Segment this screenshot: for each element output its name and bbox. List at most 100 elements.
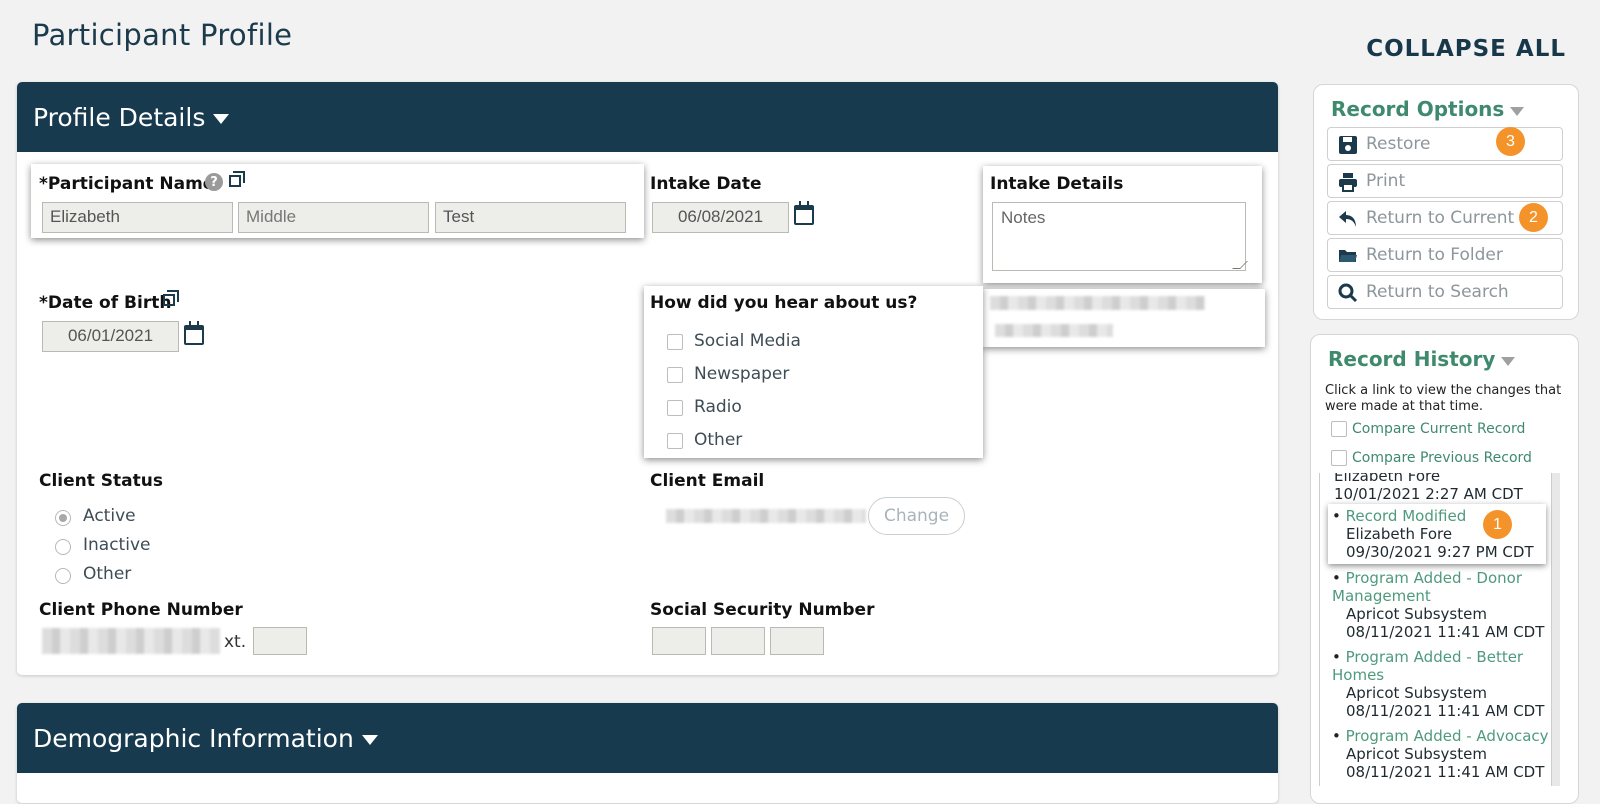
collapse-all-button[interactable]: COLLAPSE ALL xyxy=(1366,36,1566,62)
history-link[interactable]: Program Added - Better Homes xyxy=(1332,648,1523,684)
return-to-folder-label: Return to Folder xyxy=(1366,245,1503,265)
participant-name-label: *Participant Name xyxy=(39,174,215,194)
other-checkbox[interactable] xyxy=(667,433,683,449)
chevron-down-icon[interactable] xyxy=(1501,357,1516,366)
history-user: Elizabeth Fore xyxy=(1334,473,1441,485)
history-item: Elizabeth Fore 10/01/2021 2:27 AM CDT xyxy=(1320,473,1545,503)
badge-2: 2 xyxy=(1519,203,1548,232)
history-time: 08/11/2021 11:41 AM CDT xyxy=(1346,623,1545,641)
page-title: Participant Profile xyxy=(32,18,293,52)
print-button[interactable]: Print xyxy=(1327,164,1563,198)
compare-current-label[interactable]: Compare Current Record xyxy=(1352,421,1525,437)
profile-details-title: Profile Details xyxy=(33,102,206,132)
social-media-label: Social Media xyxy=(694,331,801,351)
history-link[interactable]: Program Added - Donor Management xyxy=(1332,569,1522,605)
compare-previous-label[interactable]: Compare Previous Record xyxy=(1352,450,1532,466)
compare-current-checkbox[interactable] xyxy=(1331,421,1347,437)
print-label: Print xyxy=(1366,171,1406,191)
status-active-radio[interactable] xyxy=(55,510,71,526)
status-active-label: Active xyxy=(83,506,136,526)
ssn-part1-input[interactable] xyxy=(652,627,706,655)
return-to-search-button[interactable]: Return to Search xyxy=(1327,275,1563,309)
dob-input[interactable]: 06/01/2021 xyxy=(42,321,179,352)
ssn-label: Social Security Number xyxy=(650,600,875,620)
status-other-radio[interactable] xyxy=(55,568,71,584)
demographic-panel: Demographic Information xyxy=(17,703,1278,803)
return-icon xyxy=(1338,209,1358,229)
ssn-part2-input[interactable] xyxy=(711,627,765,655)
history-time: 10/01/2021 2:27 AM CDT xyxy=(1334,485,1523,503)
history-time: 08/11/2021 11:41 AM CDT xyxy=(1346,763,1545,781)
badge-3: 3 xyxy=(1496,127,1525,156)
record-history-title[interactable]: Record History xyxy=(1328,347,1516,371)
newspaper-label: Newspaper xyxy=(694,364,790,384)
radio-label: Radio xyxy=(694,397,742,417)
intake-date-label: Intake Date xyxy=(650,174,762,194)
save-icon xyxy=(1338,135,1358,155)
redacted-text xyxy=(990,296,1205,310)
demographic-header[interactable]: Demographic Information xyxy=(17,703,1278,773)
redacted-email xyxy=(666,509,866,523)
chevron-down-icon[interactable] xyxy=(1510,107,1525,116)
intake-notes-textarea[interactable]: Notes xyxy=(992,202,1246,271)
history-link[interactable]: Program Added - Advocacy xyxy=(1346,727,1549,745)
client-email-label: Client Email xyxy=(650,471,765,491)
intake-details-label: Intake Details xyxy=(990,174,1124,194)
popout-icon[interactable] xyxy=(229,171,245,187)
restore-button[interactable]: Restore xyxy=(1327,127,1563,161)
print-icon xyxy=(1338,172,1358,192)
history-link[interactable]: Record Modified xyxy=(1346,507,1467,525)
dob-label: *Date of Birth xyxy=(39,293,172,313)
help-icon[interactable]: ? xyxy=(205,173,223,191)
demographic-title: Demographic Information xyxy=(33,723,354,753)
ext-label: xt. xyxy=(224,632,247,652)
client-status-label: Client Status xyxy=(39,471,163,491)
history-item: • Program Added - Advocacy Apricot Subsy… xyxy=(1332,727,1549,781)
change-email-button[interactable]: Change xyxy=(868,497,965,535)
ssn-part3-input[interactable] xyxy=(770,627,824,655)
badge-1: 1 xyxy=(1483,510,1512,539)
history-item: • Program Added - Better Homes Apricot S… xyxy=(1332,648,1550,720)
history-item: • Program Added - Donor Management Apric… xyxy=(1332,569,1550,641)
history-user: Apricot Subsystem xyxy=(1346,684,1487,702)
social-media-checkbox[interactable] xyxy=(667,334,683,350)
popout-icon[interactable] xyxy=(163,290,179,306)
compare-previous-checkbox[interactable] xyxy=(1331,450,1347,466)
middle-name-input[interactable]: Middle xyxy=(238,202,429,233)
record-options-title[interactable]: Record Options xyxy=(1331,97,1525,121)
first-name-input[interactable]: Elizabeth xyxy=(42,202,233,233)
return-to-current-label: Return to Current xyxy=(1366,208,1515,228)
history-user: Elizabeth Fore xyxy=(1346,525,1453,543)
status-inactive-radio[interactable] xyxy=(55,539,71,555)
hear-about-label: How did you hear about us? xyxy=(650,293,918,313)
return-to-search-label: Return to Search xyxy=(1366,282,1509,302)
client-phone-label: Client Phone Number xyxy=(39,600,243,620)
status-other-label: Other xyxy=(83,564,132,584)
history-scrollbar[interactable] xyxy=(1552,473,1560,786)
newspaper-checkbox[interactable] xyxy=(667,367,683,383)
radio-checkbox[interactable] xyxy=(667,400,683,416)
history-time: 08/11/2021 11:41 AM CDT xyxy=(1346,702,1545,720)
folder-icon xyxy=(1338,246,1358,266)
history-time: 09/30/2021 9:27 PM CDT xyxy=(1346,543,1534,561)
return-to-folder-button[interactable]: Return to Folder xyxy=(1327,238,1563,272)
calendar-icon[interactable] xyxy=(184,321,204,345)
search-icon xyxy=(1338,283,1358,303)
redacted-phone xyxy=(42,628,220,654)
chevron-down-icon[interactable] xyxy=(213,113,230,124)
calendar-icon[interactable] xyxy=(794,201,814,225)
restore-label: Restore xyxy=(1366,134,1431,154)
history-item: • Record Modified Elizabeth Fore 09/30/2… xyxy=(1332,507,1544,561)
record-history-title-text: Record History xyxy=(1328,347,1496,371)
history-user: Apricot Subsystem xyxy=(1346,605,1487,623)
record-options-title-text: Record Options xyxy=(1331,97,1505,121)
other-label: Other xyxy=(694,430,743,450)
intake-date-input[interactable]: 06/08/2021 xyxy=(652,202,789,233)
phone-ext-input[interactable] xyxy=(253,627,307,655)
status-inactive-label: Inactive xyxy=(83,535,151,555)
record-history-hint: Click a link to view the changes that we… xyxy=(1325,383,1562,414)
profile-details-header[interactable]: Profile Details xyxy=(17,82,1278,152)
history-user: Apricot Subsystem xyxy=(1346,745,1487,763)
chevron-down-icon[interactable] xyxy=(361,734,378,745)
last-name-input[interactable]: Test xyxy=(435,202,626,233)
